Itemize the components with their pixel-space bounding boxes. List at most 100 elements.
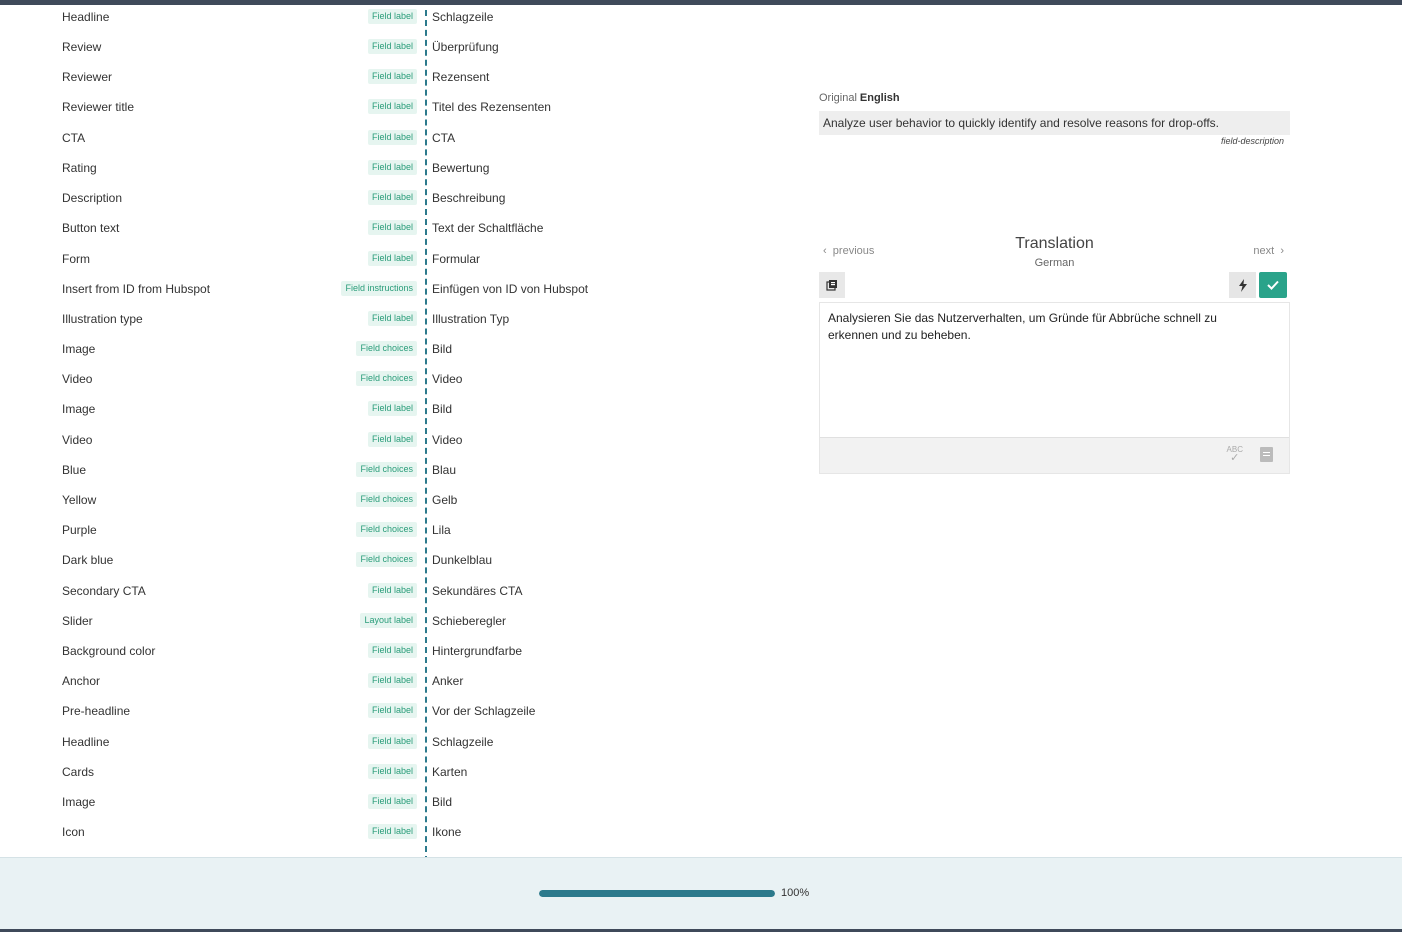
type-badge: Field label bbox=[367, 39, 417, 54]
target-text[interactable]: Sekundäres CTA bbox=[432, 584, 523, 598]
segment-row[interactable]: Image Field choices Bild bbox=[0, 337, 800, 367]
source-text: Illustration type bbox=[62, 312, 143, 326]
type-badge: Field label bbox=[367, 99, 417, 114]
target-text[interactable]: CTA bbox=[432, 131, 455, 145]
type-badge: Field instructions bbox=[341, 281, 417, 296]
target-text[interactable]: Blau bbox=[432, 463, 456, 477]
target-text[interactable]: Rezensent bbox=[432, 70, 489, 84]
progress-label: 100% bbox=[781, 887, 810, 899]
target-text[interactable]: Text der Schaltfläche bbox=[432, 221, 543, 235]
segment-row[interactable]: Slider Layout label Schieberegler bbox=[0, 609, 800, 639]
segment-row[interactable]: Image Field label Bild bbox=[0, 790, 800, 820]
type-badge: Field choices bbox=[356, 552, 417, 567]
type-badge: Field label bbox=[367, 311, 417, 326]
target-text[interactable]: Überprüfung bbox=[432, 40, 499, 54]
segment-row[interactable]: Video Field choices Video bbox=[0, 367, 800, 397]
segment-row[interactable]: Pre-headline Field label Vor der Schlagzei… bbox=[0, 699, 800, 729]
footer-bar: 100% bbox=[0, 857, 1402, 930]
segment-row[interactable]: Reviewer Field label Rezensent bbox=[0, 65, 800, 95]
progress-fill bbox=[539, 890, 775, 897]
source-text: Headline bbox=[62, 10, 110, 24]
type-badge: Field label bbox=[367, 160, 417, 175]
target-text[interactable]: Ikone bbox=[432, 825, 461, 839]
source-text: Dark blue bbox=[62, 553, 114, 567]
segment-row[interactable]: Button text Field label Text der Schaltflä… bbox=[0, 216, 800, 246]
target-text[interactable]: Schlagzeile bbox=[432, 10, 493, 24]
source-text: Yellow bbox=[62, 493, 97, 507]
source-text: Reviewer title bbox=[62, 100, 135, 114]
segment-row[interactable]: Purple Field choices Lila bbox=[0, 518, 800, 548]
segment-row[interactable]: Insert from ID from Hubspot Field instruc… bbox=[0, 277, 800, 307]
segment-row[interactable]: Headline Field label Schlagzeile bbox=[0, 730, 800, 760]
segment-row[interactable]: Reviewer title Field label Titel des Rezen… bbox=[0, 95, 800, 125]
target-text[interactable]: Lila bbox=[432, 523, 451, 537]
target-text[interactable]: Anker bbox=[432, 674, 463, 688]
segment-row[interactable]: CTA Field label CTA bbox=[0, 126, 800, 156]
target-text[interactable]: Schlagzeile bbox=[432, 735, 493, 749]
progress-bar bbox=[539, 890, 775, 897]
target-text[interactable]: Einfügen von ID von Hubspot bbox=[432, 282, 588, 296]
target-text[interactable]: Karten bbox=[432, 765, 467, 779]
source-text: Review bbox=[62, 40, 102, 54]
target-text[interactable]: Vor der Schlagzeile bbox=[432, 704, 535, 718]
target-text[interactable]: Formular bbox=[432, 252, 480, 266]
field-tag: field-description bbox=[1220, 136, 1284, 146]
segment-row[interactable]: Anchor Field label Anker bbox=[0, 669, 800, 699]
segment-row[interactable]: Image Field label Bild bbox=[0, 397, 800, 427]
lightning-icon bbox=[1238, 278, 1247, 292]
translation-editor[interactable]: Analysieren Sie das Nutzerverhalten, um … bbox=[819, 302, 1290, 474]
type-badge: Field choices bbox=[356, 341, 417, 356]
original-label: Original English bbox=[819, 92, 900, 104]
source-text: Reviewer bbox=[62, 70, 113, 84]
translation-text[interactable]: Analysieren Sie das Nutzerverhalten, um … bbox=[828, 310, 1268, 344]
source-text: Anchor bbox=[62, 674, 101, 688]
target-text[interactable]: Bild bbox=[432, 402, 452, 416]
segment-row[interactable]: Icon Field label Ikone bbox=[0, 820, 800, 850]
target-text[interactable]: Dunkelblau bbox=[432, 553, 492, 567]
target-text[interactable]: Hintergrundfarbe bbox=[432, 644, 522, 658]
next-button[interactable]: next › bbox=[1253, 245, 1284, 257]
target-text[interactable]: Bild bbox=[432, 795, 452, 809]
machine-translate-button[interactable] bbox=[1229, 272, 1256, 298]
segment-row[interactable]: Background color Field label Hintergrundfa… bbox=[0, 639, 800, 669]
type-badge: Field label bbox=[367, 432, 417, 447]
original-text: Analyze user behavior to quickly identif… bbox=[819, 111, 1290, 135]
target-text[interactable]: Illustration Typ bbox=[432, 312, 509, 326]
segment-row[interactable]: Blue Field choices Blau bbox=[0, 458, 800, 488]
segment-row[interactable]: Cards Field label Karten bbox=[0, 760, 800, 790]
source-text: Background color bbox=[62, 644, 156, 658]
segment-row[interactable]: Secondary CTA Field label Sekundäres CTA bbox=[0, 579, 800, 609]
target-text[interactable]: Bewertung bbox=[432, 161, 489, 175]
target-text[interactable]: Video bbox=[432, 372, 462, 386]
source-text: Cards bbox=[62, 765, 95, 779]
copy-source-button[interactable] bbox=[819, 272, 845, 298]
type-badge: Field choices bbox=[356, 492, 417, 507]
type-badge: Field choices bbox=[356, 371, 417, 386]
segment-row[interactable]: Description Field label Beschreibung bbox=[0, 186, 800, 216]
type-badge: Field label bbox=[367, 703, 417, 718]
type-badge: Field label bbox=[367, 251, 417, 266]
target-text[interactable]: Schieberegler bbox=[432, 614, 506, 628]
target-text[interactable]: Beschreibung bbox=[432, 191, 505, 205]
segment-row[interactable]: Form Field label Formular bbox=[0, 247, 800, 277]
segment-row[interactable]: Video Field label Video bbox=[0, 428, 800, 458]
type-badge: Field label bbox=[367, 583, 417, 598]
source-text: Secondary CTA bbox=[62, 584, 146, 598]
segment-row[interactable]: Review Field label Überprüfung bbox=[0, 35, 800, 65]
spellcheck-icon[interactable]: ABC ✓ bbox=[1227, 446, 1243, 464]
confirm-button[interactable] bbox=[1259, 272, 1287, 298]
segment-row[interactable]: Dark blue Field choices Dunkelblau bbox=[0, 548, 800, 578]
segment-row[interactable]: Yellow Field choices Gelb bbox=[0, 488, 800, 518]
target-text[interactable]: Titel des Rezensenten bbox=[432, 100, 551, 114]
segment-row[interactable]: Illustration type Field label Illustration… bbox=[0, 307, 800, 337]
type-badge: Field choices bbox=[356, 462, 417, 477]
target-text[interactable]: Gelb bbox=[432, 493, 457, 507]
source-text: CTA bbox=[62, 131, 86, 145]
segment-list[interactable]: Headline Field label Schlagzeile Review Fiel… bbox=[0, 5, 800, 857]
source-text: Slider bbox=[62, 614, 93, 628]
target-text[interactable]: Video bbox=[432, 433, 462, 447]
segment-row[interactable]: Rating Field label Bewertung bbox=[0, 156, 800, 186]
segment-row[interactable]: Headline Field label Schlagzeile bbox=[0, 5, 800, 35]
target-text[interactable]: Bild bbox=[432, 342, 452, 356]
dictionary-icon[interactable] bbox=[1260, 447, 1273, 462]
